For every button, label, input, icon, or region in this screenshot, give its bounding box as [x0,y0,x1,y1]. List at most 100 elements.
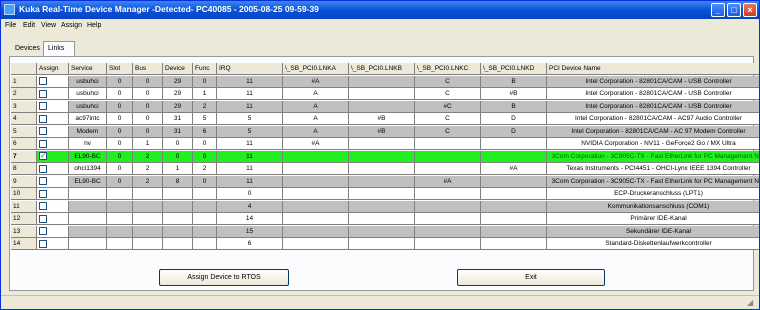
assign-checkbox[interactable] [39,89,47,98]
device-grid[interactable]: Assign Service Slot Bus Device Func IRQ \_SB_PC… [11,63,759,251]
assign-cell[interactable] [37,138,69,150]
assign-cell[interactable] [37,150,69,163]
column-header[interactable]: Slot [107,63,133,75]
assign-checkbox[interactable] [39,114,47,123]
lnkc-cell: C [415,125,481,138]
assign-cell[interactable] [37,75,69,88]
close-button[interactable]: × [743,3,757,17]
lnkc-cell: #A [415,175,481,188]
column-header[interactable]: \_SB_PCI0.LNKB [349,63,415,75]
lnkd-cell [481,200,547,213]
assign-checkbox[interactable] [39,139,47,148]
column-header[interactable]: Assign [37,63,69,75]
assign-checkbox[interactable] [39,214,47,223]
assign-checkbox[interactable] [39,202,47,210]
lnka-cell: A [283,125,349,138]
assign-cell[interactable] [37,200,69,213]
device-name-cell: NVIDIA Corporation - NV11 - GeForce2 Go … [547,138,759,150]
column-header[interactable]: \_SB_PCI0.LNKD [481,63,547,75]
func-cell [193,225,217,238]
assign-checkbox[interactable] [39,151,47,161]
lnkd-cell [481,138,547,150]
row-number[interactable]: 14 [11,238,37,250]
lnkb-cell [349,75,415,88]
column-header[interactable]: Service [69,63,107,75]
menu-bar: File Edit View Assign Help [1,20,759,32]
assign-cell[interactable] [37,163,69,175]
assign-checkbox[interactable] [39,177,47,185]
service-cell: nv [69,138,107,150]
column-header[interactable]: Func [193,63,217,75]
slot-cell: 0 [107,163,133,175]
column-header[interactable]: PCI Device Name [547,63,759,75]
row-number[interactable]: 12 [11,213,37,225]
assign-checkbox[interactable] [39,77,47,85]
column-header[interactable]: \_SB_PCI0.LNKC [415,63,481,75]
row-number[interactable]: 2 [11,88,37,100]
row-number[interactable]: 7 [11,150,37,163]
menu-help[interactable]: Help [87,22,101,29]
assign-checkbox[interactable] [39,227,47,235]
lnkb-cell [349,100,415,113]
menu-assign[interactable]: Assign [61,22,82,29]
assign-checkbox[interactable] [39,189,47,198]
assign-cell[interactable] [37,175,69,188]
assign-cell[interactable] [37,100,69,113]
irq-cell: 15 [217,225,283,238]
title-bar[interactable]: Kuka Real-Time Device Manager -Detected-… [1,1,759,19]
assign-cell[interactable] [37,188,69,200]
row-number[interactable]: 5 [11,125,37,138]
service-cell [69,200,107,213]
tab-links[interactable]: Links [43,41,75,56]
assign-cell[interactable] [37,125,69,138]
tab-devices[interactable]: Devices [11,42,41,55]
row-number[interactable]: 8 [11,163,37,175]
row-number[interactable]: 11 [11,200,37,213]
bus-cell [133,200,163,213]
bus-cell: 0 [133,100,163,113]
lnkb-cell [349,150,415,163]
assign-cell[interactable] [37,113,69,125]
menu-view[interactable]: View [41,22,56,29]
row-number[interactable]: 4 [11,113,37,125]
device-name-cell: Primärer IDE-Kanal [547,213,759,225]
func-cell: 2 [193,100,217,113]
device-cell [163,188,193,200]
assign-cell[interactable] [37,238,69,250]
maximize-button[interactable]: □ [727,3,741,17]
app-icon [4,4,15,15]
device-cell: 29 [163,75,193,88]
assign-checkbox[interactable] [39,164,47,173]
assign-device-button[interactable]: Assign Device to RTOS [159,269,289,286]
row-number[interactable]: 3 [11,100,37,113]
exit-button[interactable]: Exit [457,269,605,286]
row-number[interactable]: 9 [11,175,37,188]
bus-cell: 2 [133,150,163,163]
bus-cell [133,238,163,250]
column-header[interactable]: Bus [133,63,163,75]
row-number[interactable]: 6 [11,138,37,150]
row-number[interactable]: 10 [11,188,37,200]
assign-cell[interactable] [37,88,69,100]
column-header[interactable]: Device [163,63,193,75]
assign-checkbox[interactable] [39,127,47,135]
column-header[interactable]: \_SB_PCI0.LNKA [283,63,349,75]
irq-cell: 5 [217,113,283,125]
assign-checkbox[interactable] [39,102,47,110]
menu-file[interactable]: File [5,22,16,29]
minimize-button[interactable]: _ [711,3,725,17]
window-title: Kuka Real-Time Device Manager -Detected-… [19,4,319,14]
device-cell: 29 [163,88,193,100]
assign-cell[interactable] [37,213,69,225]
menu-edit[interactable]: Edit [23,22,35,29]
irq-cell: 11 [217,150,283,163]
column-header[interactable]: IRQ [217,63,283,75]
resize-grip-icon[interactable]: ◢ [747,298,757,308]
device-name-cell: ECP-Druckeranschluss (LPT1) [547,188,759,200]
row-number[interactable]: 1 [11,75,37,88]
assign-cell[interactable] [37,225,69,238]
row-number[interactable]: 13 [11,225,37,238]
device-cell: 1 [163,163,193,175]
lnka-cell [283,225,349,238]
assign-checkbox[interactable] [39,239,47,248]
